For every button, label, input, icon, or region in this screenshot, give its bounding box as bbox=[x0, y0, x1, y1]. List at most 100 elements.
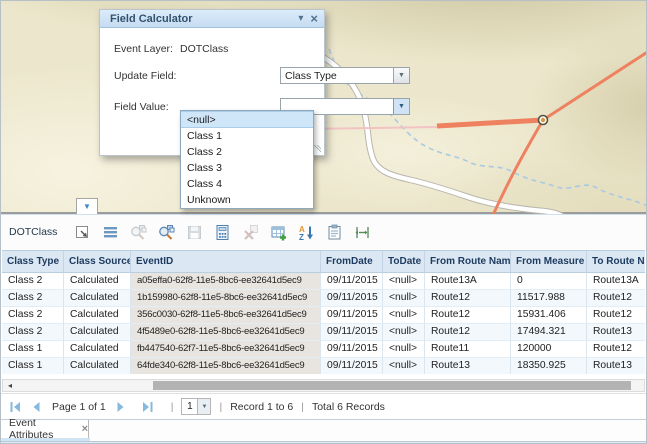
table-cell[interactable]: 4f5489e0-62f8-11e5-8bc6-ee32641d5ec9 bbox=[131, 324, 321, 341]
table-cell[interactable]: Route12 bbox=[587, 290, 645, 307]
dropdown-option[interactable]: Class 4 bbox=[181, 176, 313, 192]
horizontal-scrollbar[interactable]: ◂ bbox=[2, 379, 645, 392]
table-cell[interactable]: Calculated bbox=[64, 307, 131, 324]
field-value-dropdown-button[interactable]: ▼ bbox=[393, 99, 409, 114]
table-cell[interactable]: Class 2 bbox=[2, 273, 64, 290]
table-cell[interactable]: 1b159980-62f8-11e5-8bc6-ee32641d5ec9 bbox=[131, 290, 321, 307]
table-cell[interactable]: Calculated bbox=[64, 341, 131, 358]
fit-columns-icon[interactable] bbox=[353, 223, 371, 241]
dropdown-option[interactable]: Class 1 bbox=[181, 128, 313, 144]
dialog-resize-grip[interactable] bbox=[314, 145, 321, 152]
table-cell[interactable]: <null> bbox=[383, 358, 425, 374]
table-cell[interactable]: Route13A bbox=[587, 273, 645, 290]
previous-page-button[interactable] bbox=[31, 401, 41, 413]
table-cell[interactable]: Route13 bbox=[425, 358, 511, 374]
table-row[interactable]: Class 2Calculateda05effa0-62f8-11e5-8bc6… bbox=[2, 273, 645, 290]
table-row[interactable]: Class 1Calculatedfb447540-62f7-11e5-8bc6… bbox=[2, 341, 645, 358]
table-cell[interactable]: 17494.321 bbox=[511, 324, 587, 341]
table-cell[interactable]: fb447540-62f7-11e5-8bc6-ee32641d5ec9 bbox=[131, 341, 321, 358]
column-header[interactable]: Class Source bbox=[64, 251, 131, 273]
table-cell[interactable]: Route12 bbox=[587, 341, 645, 358]
table-cell[interactable]: 09/11/2015 bbox=[321, 341, 383, 358]
table-cell[interactable]: Class 2 bbox=[2, 324, 64, 341]
add-records-icon[interactable] bbox=[269, 223, 287, 241]
tab-event-attributes[interactable]: Event Attributes × bbox=[1, 420, 89, 438]
column-header[interactable]: Class Type bbox=[2, 251, 64, 273]
route-line-northeast[interactable] bbox=[543, 51, 646, 120]
table-cell[interactable]: 09/11/2015 bbox=[321, 324, 383, 341]
table-cell[interactable]: 356c0030-62f8-11e5-8bc6-ee32641d5ec9 bbox=[131, 307, 321, 324]
table-row[interactable]: Class 2Calculated4f5489e0-62f8-11e5-8bc6… bbox=[2, 324, 645, 341]
dropdown-option[interactable]: Class 3 bbox=[181, 160, 313, 176]
table-cell[interactable]: Route12 bbox=[587, 307, 645, 324]
scrollbar-thumb[interactable] bbox=[153, 381, 631, 390]
column-header[interactable]: FromDate bbox=[321, 251, 383, 273]
table-cell[interactable]: 09/11/2015 bbox=[321, 290, 383, 307]
table-cell[interactable]: 15931.406 bbox=[511, 307, 587, 324]
table-cell[interactable]: 120000 bbox=[511, 341, 587, 358]
panel-collapse-tab[interactable]: ▼ bbox=[76, 198, 98, 214]
table-cell[interactable]: 0 bbox=[511, 273, 587, 290]
scroll-left-icon[interactable]: ◂ bbox=[8, 381, 12, 390]
update-field-combobox[interactable]: Class Type ▼ bbox=[280, 67, 410, 84]
table-cell[interactable]: Route11 bbox=[425, 341, 511, 358]
last-page-button[interactable] bbox=[141, 401, 154, 413]
table-cell[interactable]: Calculated bbox=[64, 358, 131, 374]
first-page-button[interactable] bbox=[9, 401, 22, 413]
table-cell[interactable]: Class 2 bbox=[2, 290, 64, 307]
table-cell[interactable]: 09/11/2015 bbox=[321, 273, 383, 290]
dialog-close-icon[interactable]: × bbox=[310, 14, 318, 24]
column-header[interactable]: EventID bbox=[131, 251, 321, 273]
field-calculator-icon[interactable] bbox=[213, 223, 231, 241]
table-row[interactable]: Class 2Calculated356c0030-62f8-11e5-8bc6… bbox=[2, 307, 645, 324]
attribute-form-icon[interactable] bbox=[325, 223, 343, 241]
tab-close-icon[interactable]: × bbox=[82, 424, 88, 434]
column-header[interactable]: From Measure bbox=[511, 251, 587, 273]
dropdown-option[interactable]: <null> bbox=[181, 111, 313, 128]
table-cell[interactable]: Route12 bbox=[425, 324, 511, 341]
page-number-select[interactable]: 1 ▼ bbox=[181, 398, 211, 415]
dialog-titlebar[interactable]: Field Calculator ▾ × bbox=[100, 10, 324, 28]
table-cell[interactable]: 18350.925 bbox=[511, 358, 587, 374]
zoom-to-features-icon[interactable] bbox=[157, 223, 175, 241]
column-header[interactable]: To Route Name bbox=[587, 251, 645, 273]
column-header[interactable]: From Route Name bbox=[425, 251, 511, 273]
attribute-table-panel: DOTClass bbox=[1, 214, 646, 443]
table-cell[interactable]: <null> bbox=[383, 273, 425, 290]
table-cell[interactable]: Route12 bbox=[425, 307, 511, 324]
column-header[interactable]: ToDate bbox=[383, 251, 425, 273]
table-cell[interactable]: 64fde340-62f8-11e5-8bc6-ee32641d5ec9 bbox=[131, 358, 321, 374]
table-row[interactable]: Class 2Calculated1b159980-62f8-11e5-8bc6… bbox=[2, 290, 645, 307]
show-selected-records-icon[interactable] bbox=[101, 223, 119, 241]
select-records-icon[interactable] bbox=[73, 223, 91, 241]
route-segment-selected[interactable] bbox=[437, 120, 543, 126]
sort-icon[interactable]: AZ bbox=[297, 223, 315, 241]
table-cell[interactable]: Class 1 bbox=[2, 341, 64, 358]
table-cell[interactable]: 09/11/2015 bbox=[321, 358, 383, 374]
pagination-bar: Page 1 of 1 | 1 ▼ | Record 1 to 6 | Tota… bbox=[1, 393, 646, 419]
next-page-button[interactable] bbox=[116, 401, 126, 413]
page-select-dropdown-icon[interactable]: ▼ bbox=[197, 399, 210, 414]
table-row[interactable]: Class 1Calculated64fde340-62f8-11e5-8bc6… bbox=[2, 358, 645, 374]
event-layer-label: Event Layer: bbox=[114, 43, 180, 55]
table-cell[interactable]: <null> bbox=[383, 307, 425, 324]
table-cell[interactable]: 09/11/2015 bbox=[321, 307, 383, 324]
update-field-dropdown-button[interactable]: ▼ bbox=[393, 68, 409, 83]
table-cell[interactable]: Route13 bbox=[587, 358, 645, 374]
table-cell[interactable]: <null> bbox=[383, 341, 425, 358]
table-cell[interactable]: Class 2 bbox=[2, 307, 64, 324]
table-cell[interactable]: <null> bbox=[383, 290, 425, 307]
table-cell[interactable]: Calculated bbox=[64, 290, 131, 307]
dropdown-option[interactable]: Unknown bbox=[181, 192, 313, 208]
table-cell[interactable]: Route13A bbox=[425, 273, 511, 290]
dropdown-option[interactable]: Class 2 bbox=[181, 144, 313, 160]
table-cell[interactable]: Route13 bbox=[587, 324, 645, 341]
table-cell[interactable]: Calculated bbox=[64, 273, 131, 290]
table-cell[interactable]: 11517.988 bbox=[511, 290, 587, 307]
table-cell[interactable]: Calculated bbox=[64, 324, 131, 341]
table-cell[interactable]: Class 1 bbox=[2, 358, 64, 374]
dialog-menu-icon[interactable]: ▾ bbox=[298, 14, 303, 24]
table-cell[interactable]: <null> bbox=[383, 324, 425, 341]
table-cell[interactable]: Route12 bbox=[425, 290, 511, 307]
table-cell[interactable]: a05effa0-62f8-11e5-8bc6-ee32641d5ec9 bbox=[131, 273, 321, 290]
